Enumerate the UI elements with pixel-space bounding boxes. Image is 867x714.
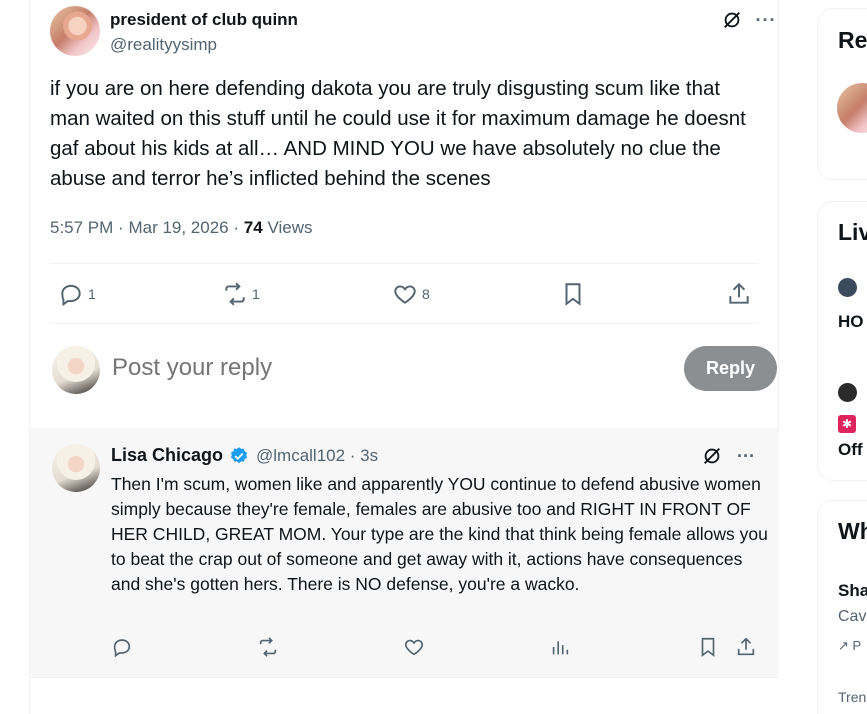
like-action[interactable]: 8 bbox=[392, 281, 430, 307]
reply-icon bbox=[113, 639, 131, 658]
bookmark-action[interactable] bbox=[697, 636, 719, 663]
trend-title[interactable]: Sha bbox=[838, 581, 867, 601]
reply-button[interactable]: Reply bbox=[684, 346, 777, 391]
author-display-name[interactable]: president of club quinn bbox=[110, 10, 298, 30]
promoted-icon: ↗ bbox=[838, 638, 849, 653]
whats-happening-title: Wh bbox=[838, 518, 867, 544]
relevant-people-card: Re bbox=[817, 8, 867, 180]
relevant-people-title: Re bbox=[838, 27, 867, 53]
relevant-person-avatar[interactable] bbox=[837, 83, 867, 133]
reply-author-avatar[interactable] bbox=[52, 444, 100, 492]
tweet-header: president of club quinn @realityysimp ··… bbox=[50, 6, 775, 61]
promoted-label: ↗ P bbox=[838, 638, 861, 654]
meta-separator: · bbox=[118, 218, 124, 237]
heart-icon bbox=[404, 639, 424, 656]
grok-icon[interactable] bbox=[720, 8, 744, 32]
reply-text: Then I'm scum, women like and apparently… bbox=[111, 474, 768, 594]
bookmark-icon bbox=[701, 637, 715, 657]
repost-action[interactable] bbox=[257, 636, 279, 663]
reply-composer: Reply bbox=[50, 340, 777, 410]
right-sidebar: Re Liv HO ✱ Off Wh Sha Cav ↗ P Tren bbox=[817, 0, 867, 714]
grok-icon[interactable] bbox=[700, 444, 724, 468]
siren-icon: ✱ bbox=[838, 415, 856, 433]
tweet-action-bar: 1 1 8 bbox=[50, 263, 758, 324]
reply-icon bbox=[61, 284, 81, 307]
verified-badge-icon[interactable] bbox=[229, 446, 249, 466]
live-host-avatar[interactable] bbox=[838, 278, 857, 297]
more-options-icon[interactable]: ··· bbox=[732, 444, 760, 468]
analytics-action[interactable] bbox=[549, 636, 571, 663]
share-action[interactable] bbox=[735, 636, 757, 663]
tweet-text: if you are on here defending dakota you … bbox=[50, 77, 746, 190]
bookmark-icon bbox=[565, 283, 581, 306]
reply-handle-time[interactable]: @lmcall102 · 3s bbox=[256, 446, 378, 466]
views-count: 74 bbox=[243, 218, 263, 237]
bookmark-action[interactable] bbox=[560, 281, 586, 307]
tweet-time[interactable]: 5:57 PM bbox=[50, 218, 113, 237]
reply-tweet[interactable]: Lisa Chicago @lmcall102 · 3s ··· Then I'… bbox=[30, 428, 779, 678]
like-count: 8 bbox=[422, 286, 430, 302]
live-on-x-card: Liv HO ✱ Off bbox=[817, 201, 867, 481]
share-action[interactable] bbox=[726, 281, 752, 307]
views-label: Views bbox=[267, 218, 313, 237]
live-host-avatar[interactable] bbox=[838, 383, 857, 402]
whats-happening-card: Wh Sha Cav ↗ P Tren bbox=[817, 500, 867, 714]
live-space-title[interactable]: Off bbox=[838, 440, 863, 460]
current-user-avatar[interactable] bbox=[52, 346, 100, 394]
trend-footer: Tren bbox=[838, 689, 867, 705]
tweet-date[interactable]: Mar 19, 2026 bbox=[128, 218, 228, 237]
promoted-text: P bbox=[852, 638, 862, 653]
author-avatar[interactable] bbox=[50, 6, 100, 56]
tweet-meta: 5:57 PM · Mar 19, 2026 · 74 Views bbox=[50, 218, 312, 238]
next-reply-placeholder bbox=[30, 678, 779, 714]
author-handle[interactable]: @realityysimp bbox=[110, 35, 217, 55]
reply-action[interactable]: 1 bbox=[58, 281, 96, 307]
reply-count: 1 bbox=[88, 286, 96, 302]
repost-count: 1 bbox=[252, 286, 260, 302]
reply-action[interactable] bbox=[111, 636, 133, 663]
repost-icon bbox=[259, 637, 277, 657]
more-options-icon[interactable]: ··· bbox=[752, 8, 780, 32]
live-space-title[interactable]: HO bbox=[838, 312, 864, 332]
repost-icon bbox=[225, 282, 245, 306]
reply-action-bar bbox=[111, 636, 771, 664]
analytics-icon bbox=[552, 641, 569, 655]
heart-icon bbox=[394, 285, 416, 304]
meta-separator: · bbox=[233, 218, 240, 237]
share-icon bbox=[737, 637, 755, 656]
reply-author-name[interactable]: Lisa Chicago bbox=[111, 445, 223, 466]
reply-input[interactable] bbox=[112, 354, 612, 382]
like-action[interactable] bbox=[403, 636, 425, 663]
repost-action[interactable]: 1 bbox=[222, 281, 260, 307]
live-title: Liv bbox=[838, 219, 867, 245]
main-column: president of club quinn @realityysimp ··… bbox=[29, 0, 779, 714]
trend-subtitle: Cav bbox=[838, 608, 867, 625]
share-icon bbox=[729, 282, 749, 304]
